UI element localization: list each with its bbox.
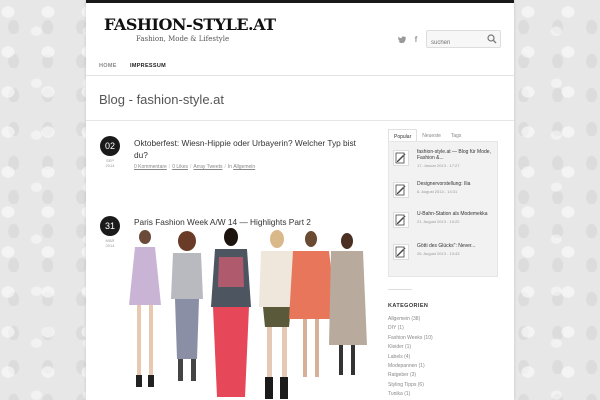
recent-post-date: 8. August 2013 - 14:31 — [417, 189, 458, 194]
search-icon[interactable] — [487, 34, 497, 44]
tab-popular[interactable]: Popular — [388, 129, 418, 141]
post-date-day: 02 — [100, 136, 120, 156]
recent-post-title: U-Bahn-Station als Modemekka — [417, 211, 488, 217]
sidebar-tabs: Popular Neueste Tags — [388, 129, 466, 141]
categories-list: Allgemein (38) DIY (1) Fashion Weeks (10… — [388, 315, 433, 400]
list-item[interactable]: Designervorstellung: Ilia 8. August 2013… — [393, 180, 497, 206]
main-nav: HOME IMPRESSUM — [86, 58, 514, 76]
post-featured-image[interactable] — [123, 227, 367, 400]
model-figure-3 — [211, 228, 251, 397]
nav-item-impressum[interactable]: IMPRESSUM — [130, 63, 166, 69]
category-item[interactable]: Modepannen (1) — [388, 362, 433, 371]
post-likes-link[interactable]: 0 Likes — [172, 164, 188, 170]
recent-post-date: 17. Januar 2013 - 17:27 — [417, 163, 460, 168]
page-container: FASHION-STYLE.AT Fashion, Mode & Lifesty… — [86, 0, 514, 400]
edit-icon — [393, 150, 409, 166]
edit-icon — [393, 182, 409, 198]
post-in-label: In — [227, 164, 233, 170]
category-item[interactable]: Tunika (1) — [388, 390, 433, 399]
post-date-day: 31 — [100, 216, 120, 236]
post-meta: 0 Kommentare/0 Likes / Array Tweets / In All… — [134, 164, 256, 170]
edit-icon — [393, 244, 409, 260]
edit-icon — [393, 212, 409, 228]
list-item[interactable]: U-Bahn-Station als Modemekka 21. August … — [393, 210, 497, 236]
search-input[interactable] — [427, 35, 487, 51]
nav-item-home[interactable]: HOME — [99, 63, 117, 69]
divider — [388, 289, 412, 290]
tab-tags[interactable]: Tags — [446, 129, 467, 141]
page-title: Blog - fashion-style.at — [99, 92, 225, 107]
page-title-bar: Blog - fashion-style.at — [86, 76, 514, 121]
category-item[interactable]: Allgemein (38) — [388, 315, 433, 324]
facebook-icon[interactable]: f — [412, 36, 420, 45]
list-item[interactable]: fashion-style.at — Blog für Mode, Fashio… — [393, 148, 497, 174]
category-item[interactable]: Ratgeber (3) — [388, 371, 433, 380]
category-item[interactable]: DIY (1) — [388, 324, 433, 333]
category-item[interactable]: Fashion Weeks (10) — [388, 334, 433, 343]
search-box — [426, 30, 501, 51]
recent-post-date: 26. August 2013 - 13:43 — [417, 251, 460, 256]
category-item[interactable]: Styling Tipps (6) — [388, 381, 433, 390]
post-category-link[interactable]: Allgemein — [233, 164, 255, 170]
twitter-icon[interactable] — [398, 36, 406, 45]
post-comments-link[interactable]: 0 Kommentare — [134, 164, 167, 170]
recent-post-title: Götti des Glücks": Never... — [417, 243, 476, 249]
tab-neueste[interactable]: Neueste — [417, 129, 446, 141]
popular-posts-list: fashion-style.at — Blog für Mode, Fashio… — [388, 141, 498, 277]
post-tweets-link[interactable]: Array Tweets — [193, 164, 222, 170]
recent-post-date: 21. August 2013 - 10:22 — [417, 219, 460, 224]
category-item[interactable]: Kleider (1) — [388, 343, 433, 352]
list-item[interactable]: Götti des Glücks": Never... 26. August 2… — [393, 242, 497, 268]
post-title[interactable]: Oktoberfest: Wiesn-Hippie oder Urbayerin… — [134, 137, 359, 161]
category-item[interactable]: Labels (4) — [388, 353, 433, 362]
categories-heading: KATEGORIEN — [388, 303, 429, 309]
post-date-year: 2014 — [105, 243, 115, 248]
recent-post-title: fashion-style.at — Blog für Mode, Fashio… — [417, 149, 491, 161]
site-header: FASHION-STYLE.AT Fashion, Mode & Lifesty… — [86, 3, 514, 58]
post-date-year: 2014 — [105, 163, 115, 168]
social-links: f — [398, 36, 420, 45]
recent-post-title: Designervorstellung: Ilia — [417, 181, 471, 187]
site-logo[interactable]: FASHION-STYLE.AT — [104, 15, 276, 34]
site-tagline: Fashion, Mode & Lifestyle — [136, 35, 230, 43]
